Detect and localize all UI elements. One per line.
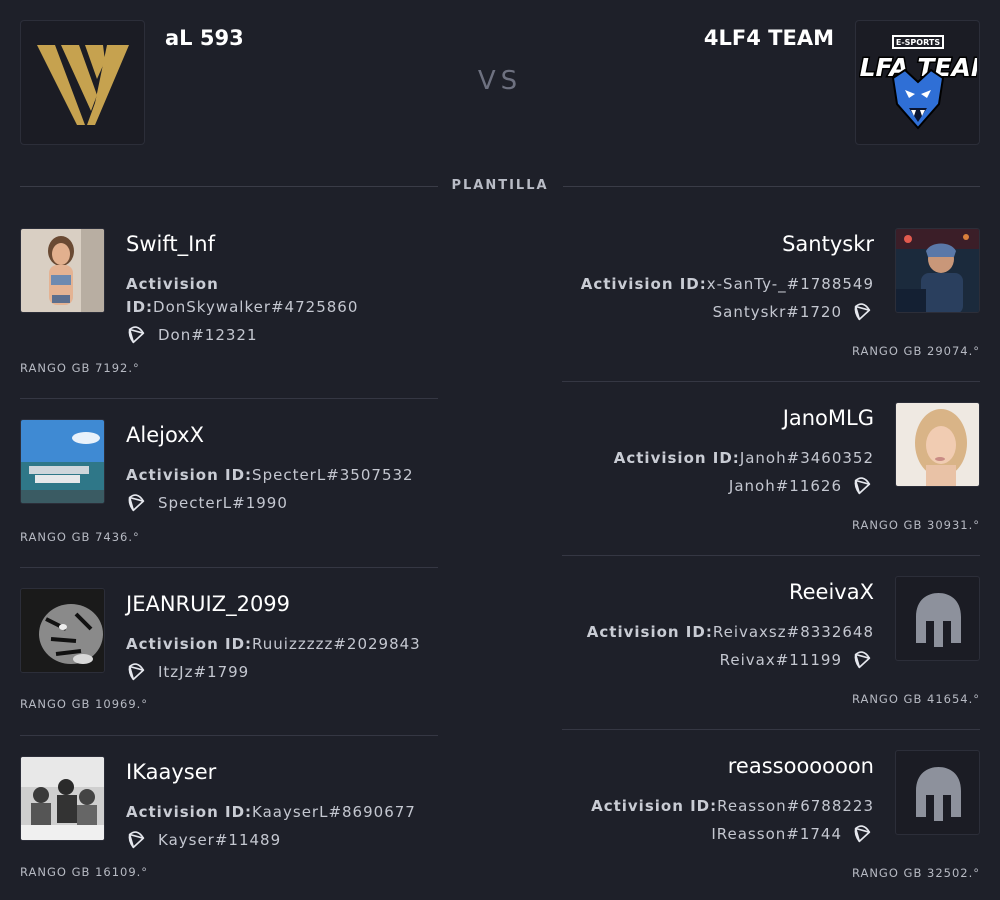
activision-id: Activision ID:SpecterL#3507532 xyxy=(126,464,426,487)
player-rank: RANGO GB 32502.° xyxy=(851,866,980,880)
divider-right xyxy=(563,186,980,187)
player-avatar[interactable] xyxy=(20,228,105,313)
activision-id-label: Activision ID: xyxy=(126,803,253,821)
row-separator xyxy=(562,729,980,730)
helmet-icon xyxy=(916,593,961,647)
battlenet-id: Reivax#11199 xyxy=(720,649,874,671)
battlenet-id: ItzJz#1799 xyxy=(126,661,249,683)
helmet-icon xyxy=(916,767,961,821)
player-rank: RANGO GB 30931.° xyxy=(851,518,980,532)
battlenet-value: Santyskr#1720 xyxy=(712,303,842,321)
svg-text:E-SPORTS: E-SPORTS xyxy=(895,38,939,47)
player-rank: RANGO GB 16109.° xyxy=(20,865,149,879)
activision-id-value: Reasson#6788223 xyxy=(717,797,874,815)
row-separator xyxy=(562,381,980,382)
team-left-name[interactable]: aL 593 xyxy=(165,26,244,50)
battlenet-value: SpecterL#1990 xyxy=(158,494,288,512)
player-avatar[interactable] xyxy=(895,750,980,835)
player-card[interactable]: reassoooooon Activision ID:Reasson#67882… xyxy=(562,750,980,885)
player-avatar[interactable] xyxy=(20,419,105,504)
activision-id-label: Activision ID: xyxy=(126,466,253,484)
player-avatar[interactable] xyxy=(895,402,980,487)
battlenet-value: ItzJz#1799 xyxy=(158,663,250,681)
activision-id: Activision ID:KaayserL#8690677 xyxy=(126,801,426,824)
activision-id: Activision ID:Janoh#3460352 xyxy=(614,447,874,470)
player-card[interactable]: Swift_Inf Activision ID:DonSkywalker#472… xyxy=(20,228,438,378)
team-right-logo[interactable]: E-SPORTS ALFA TEAM xyxy=(855,20,980,145)
player-avatar[interactable] xyxy=(20,756,105,841)
player-rank: RANGO GB 7192.° xyxy=(20,361,140,375)
player-rank: RANGO GB 41654.° xyxy=(851,692,980,706)
activision-id-value: x-SanTy-_#1788549 xyxy=(706,275,874,293)
player-name[interactable]: AlejoxX xyxy=(126,423,204,447)
row-separator xyxy=(20,567,438,568)
battlenet-icon xyxy=(128,831,145,849)
activision-id-value: Janoh#3460352 xyxy=(739,449,874,467)
player-card[interactable]: JanoMLG Activision ID:Janoh#3460352 Jano… xyxy=(562,402,980,537)
activision-id-value: Ruuizzzzz#2029843 xyxy=(252,635,421,653)
player-name[interactable]: reassoooooon xyxy=(728,754,874,778)
svg-text:ALFA TEAM: ALFA TEAM xyxy=(859,53,977,82)
player-name[interactable]: ReeivaX xyxy=(789,580,874,604)
battlenet-value: Janoh#11626 xyxy=(728,477,842,495)
battlenet-value: Reivax#11199 xyxy=(719,651,842,669)
battlenet-icon xyxy=(854,651,871,669)
player-rank: RANGO GB 29074.° xyxy=(851,344,980,358)
battlenet-icon xyxy=(128,326,145,344)
battlenet-id: IReasson#1744 xyxy=(711,823,874,845)
row-separator xyxy=(20,735,438,736)
player-card[interactable]: Santyskr Activision ID:x-SanTy-_#1788549… xyxy=(562,228,980,363)
battlenet-icon xyxy=(854,825,871,843)
battlenet-id: Santyskr#1720 xyxy=(713,301,874,323)
player-card[interactable]: JEANRUIZ_2099 Activision ID:Ruuizzzzz#20… xyxy=(20,588,438,718)
activision-id-value: Reivaxsz#8332648 xyxy=(712,623,874,641)
battlenet-id: Don#12321 xyxy=(126,324,258,346)
player-name[interactable]: IKaayser xyxy=(126,760,216,784)
battlenet-id: SpecterL#1990 xyxy=(126,492,288,514)
player-avatar[interactable] xyxy=(20,588,105,673)
battlenet-icon xyxy=(854,477,871,495)
activision-id-label: Activision ID: xyxy=(591,797,718,815)
player-card[interactable]: IKaayser Activision ID:KaayserL#8690677 … xyxy=(20,756,438,886)
player-name[interactable]: JEANRUIZ_2099 xyxy=(126,592,290,616)
battlenet-icon xyxy=(854,303,871,321)
player-avatar[interactable] xyxy=(895,576,980,661)
player-name[interactable]: Swift_Inf xyxy=(126,232,215,256)
player-name[interactable]: Santyskr xyxy=(782,232,874,256)
battlenet-value: Kayser#11489 xyxy=(158,831,282,849)
activision-id: Activision ID:Ruuizzzzz#2029843 xyxy=(126,633,426,656)
activision-id-value: SpecterL#3507532 xyxy=(252,466,414,484)
wolf-esports-logo-icon: E-SPORTS ALFA TEAM xyxy=(859,34,977,130)
activision-id: Activision ID:Reivaxsz#8332648 xyxy=(587,621,874,644)
player-name[interactable]: JanoMLG xyxy=(783,406,874,430)
player-card[interactable]: AlejoxX Activision ID:SpecterL#3507532 S… xyxy=(20,419,438,549)
battlenet-id: Kayser#11489 xyxy=(126,829,281,851)
player-rank: RANGO GB 7436.° xyxy=(20,530,140,544)
team-right-name[interactable]: 4LF4 TEAM xyxy=(704,26,834,50)
vs-label: VS xyxy=(477,66,523,96)
activision-id-label: Activision ID: xyxy=(613,449,740,467)
player-avatar[interactable] xyxy=(895,228,980,313)
activision-id-value: KaayserL#8690677 xyxy=(252,803,416,821)
activision-id-label: Activision ID: xyxy=(586,623,713,641)
battlenet-value: Don#12321 xyxy=(158,326,258,344)
player-rank: RANGO GB 10969.° xyxy=(20,697,149,711)
row-separator xyxy=(20,398,438,399)
battlenet-icon xyxy=(128,494,145,512)
row-separator xyxy=(562,555,980,556)
battlenet-value: IReasson#1744 xyxy=(711,825,842,843)
activision-id: Activision ID:Reasson#6788223 xyxy=(591,795,874,818)
activision-id: Activision ID:DonSkywalker#4725860 xyxy=(126,273,376,319)
player-card[interactable]: ReeivaX Activision ID:Reivaxsz#8332648 R… xyxy=(562,576,980,711)
activision-id: Activision ID:x-SanTy-_#1788549 xyxy=(581,273,874,296)
activision-id-label: Activision ID: xyxy=(580,275,707,293)
activision-id-label: Activision ID: xyxy=(126,635,253,653)
battlenet-icon xyxy=(128,663,145,681)
activision-id-value: DonSkywalker#4725860 xyxy=(153,298,359,316)
battlenet-id: Janoh#11626 xyxy=(729,475,874,497)
